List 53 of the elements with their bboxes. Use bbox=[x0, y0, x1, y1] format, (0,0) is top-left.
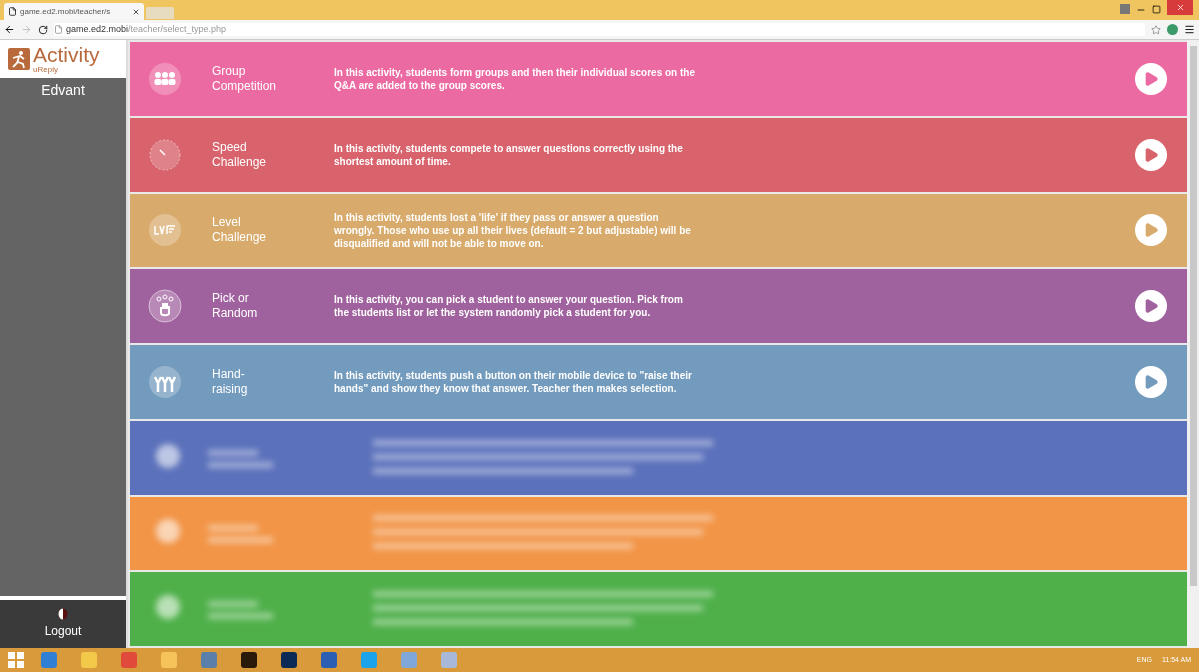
activity-row[interactable]: Pick or Random In this activity, you can pick a student to answer your question. Pick from the students list or let the system randomly pick a student for you. bbox=[130, 269, 1187, 343]
activity-description: In this activity, students compete to answer questions correctly using the shortest amount of time. bbox=[334, 141, 684, 168]
tab-title: game.ed2.mobi/teacher/s bbox=[20, 5, 112, 18]
play-icon bbox=[1143, 298, 1159, 315]
logo-subtitle: uReply bbox=[33, 66, 58, 74]
windows-start-icon[interactable] bbox=[8, 652, 24, 668]
bookmark-icon[interactable] bbox=[1151, 24, 1161, 35]
address-field[interactable]: game.ed2.mobi/teacher/select_type.php bbox=[54, 22, 1145, 37]
activity-row[interactable]: Speed Challenge In this activity, students compete to answer questions correctly using the shortest amount of time. bbox=[130, 117, 1187, 192]
page-icon bbox=[54, 25, 63, 34]
play-button[interactable] bbox=[1135, 138, 1167, 171]
back-icon[interactable] bbox=[4, 24, 15, 35]
user-name: Edvant bbox=[41, 81, 85, 100]
activity-name: Pick or Random bbox=[212, 291, 259, 322]
close-window-button[interactable] bbox=[1167, 0, 1193, 15]
logo-icon bbox=[8, 48, 30, 70]
activity-row[interactable] bbox=[130, 193, 1187, 268]
menu-icon[interactable] bbox=[1184, 24, 1195, 35]
close-icon[interactable] bbox=[132, 7, 140, 16]
activity-row[interactable]: Hand- raising In this activity, students push a button on their mobile device to "raise their hands" and show they know that answer. Teacher then makes selection. bbox=[130, 345, 1187, 419]
activity-name: Hand- raising bbox=[212, 366, 249, 397]
play-button[interactable] bbox=[1135, 214, 1167, 247]
play-icon bbox=[1143, 222, 1159, 239]
play-button[interactable] bbox=[1135, 365, 1167, 398]
logout-button[interactable]: Logout bbox=[0, 600, 126, 648]
extension-icon[interactable] bbox=[1167, 24, 1178, 35]
activity-description: In this activity, you can pick a student to answer your question. Pick from the students list or let the system randomly pick a student for you. bbox=[334, 293, 684, 320]
activity-name: Level Challenge bbox=[212, 215, 268, 246]
hand-icon bbox=[148, 289, 182, 324]
logo-title: Activity bbox=[33, 44, 100, 66]
play-icon bbox=[1143, 373, 1159, 390]
activity-name: Group Competition bbox=[212, 63, 278, 94]
clock-icon bbox=[148, 137, 182, 172]
level-icon bbox=[148, 213, 182, 248]
page-icon bbox=[8, 7, 17, 16]
raised-hands-icon bbox=[148, 364, 182, 399]
people-icon bbox=[148, 61, 182, 96]
activity-description: In this activity, students push a button on their mobile device to "raise their hands" and show they know that answer. Teacher then makes selection. bbox=[334, 368, 693, 395]
reload-icon[interactable] bbox=[38, 24, 48, 35]
maximize-icon[interactable] bbox=[1152, 5, 1161, 14]
play-icon bbox=[1143, 146, 1159, 163]
activity-description: In this activity, students form groups and then their individual scores on the Q&A are added to the group scores. bbox=[334, 65, 696, 92]
logout-icon bbox=[58, 608, 68, 620]
play-button[interactable] bbox=[1135, 290, 1167, 323]
activity-name: Speed Challenge bbox=[212, 139, 268, 170]
activity-row[interactable]: Group Competition In this activity, students form groups and then their individual scores on the Q&A are added to the group scores. bbox=[130, 42, 1187, 116]
scrollbar[interactable] bbox=[1187, 40, 1199, 648]
browser-tab[interactable]: game.ed2.mobi/teacher/s bbox=[4, 3, 144, 20]
forward-icon[interactable] bbox=[21, 24, 32, 35]
play-icon bbox=[1143, 70, 1159, 87]
play-button[interactable] bbox=[1135, 62, 1167, 95]
close-icon bbox=[1175, 3, 1185, 12]
activity-description: In this activity, students lost a 'life' if they pass or answer a question wrongly. Those who use up all their lives (default = 2 but adjustable) will be disqualified and will not be able to move on. bbox=[334, 210, 692, 250]
